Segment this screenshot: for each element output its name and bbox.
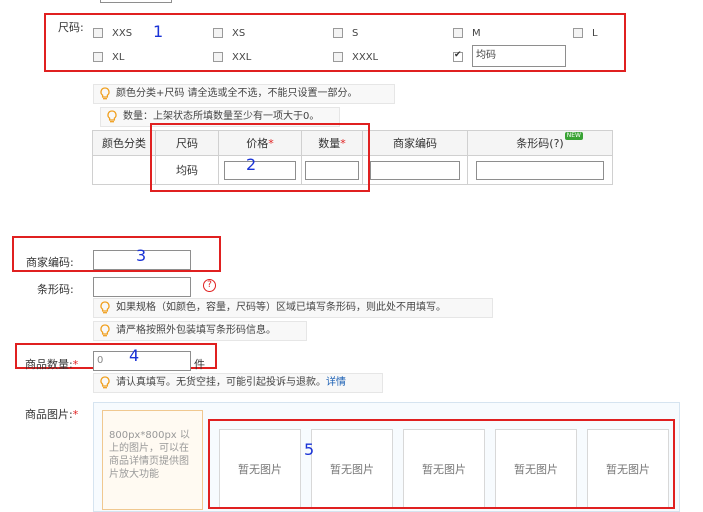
barcode-field[interactable] — [93, 277, 191, 297]
size-option-label: XXS — [112, 27, 133, 39]
hint-stock: 请认真填写。无货空挂，可能引起投诉与退款。详情 — [93, 373, 383, 393]
barcode-input[interactable] — [476, 160, 604, 180]
size-option[interactable]: M — [453, 26, 481, 39]
qty-field[interactable]: 0 — [93, 351, 191, 371]
hint-color-size: 颜色分类+尺码 请全选或全不选，不能只设置一部分。 — [93, 84, 395, 104]
hint-barcode-strict-text: 请严格按照外包装填写条形码信息。 — [116, 325, 276, 336]
main-image-slot[interactable]: 800px*800px 以上的图片，可以在商品详情页提供图片放大功能 — [102, 410, 203, 510]
size-label: 尺码: — [58, 21, 84, 34]
col-merchant-code: 商家编码 — [362, 130, 468, 156]
lightbulb-icon — [107, 110, 117, 123]
annotation-box-2 — [150, 123, 370, 192]
annotation-number-5: 5 — [304, 440, 315, 459]
size-option-label: M — [472, 27, 481, 39]
qty-unit: 件 — [194, 358, 205, 371]
custom-size-input[interactable]: 均码 — [472, 45, 566, 67]
size-custom-checkbox[interactable] — [453, 50, 463, 62]
lightbulb-icon — [100, 376, 110, 389]
annotation-box-5 — [208, 419, 675, 509]
top-partial-input — [100, 0, 172, 3]
size-option[interactable]: XL — [93, 50, 124, 63]
help-glyph: ? — [207, 280, 212, 290]
annotation-number-4: 4 — [129, 346, 140, 365]
size-option-label: XL — [112, 51, 125, 63]
col-barcode: 条形码(?) NEW — [467, 130, 613, 156]
barcode-label: 条形码: — [37, 283, 74, 296]
required-mark: * — [72, 408, 79, 421]
size-checkbox[interactable] — [213, 28, 223, 38]
size-option[interactable]: XS — [213, 26, 245, 39]
size-option-label: L — [592, 27, 598, 39]
details-link[interactable]: 详情 — [326, 377, 346, 388]
size-checkbox[interactable] — [333, 28, 343, 38]
col-barcode-label: 条形码(?) — [516, 137, 564, 150]
size-option-label: S — [352, 27, 359, 39]
hint-quantity-text: 数量：上架状态所填数量至少有一项大于0。 — [123, 111, 320, 122]
cell-barcode — [467, 155, 613, 185]
size-option-label: XXL — [232, 51, 252, 63]
size-checkbox[interactable] — [93, 28, 103, 38]
col-color: 颜色分类 — [92, 130, 156, 156]
size-checkbox[interactable] — [333, 52, 343, 62]
size-option[interactable]: L — [573, 26, 598, 39]
images-label-text: 商品图片: — [25, 408, 73, 421]
required-mark: * — [72, 358, 79, 371]
qty-label: 商品数量:* — [25, 356, 78, 372]
hint-color-size-text: 颜色分类+尺码 请全选或全不选，不能只设置一部分。 — [116, 88, 358, 99]
size-checkbox[interactable] — [213, 52, 223, 62]
annotation-number-1: 1 — [153, 22, 164, 41]
size-option[interactable]: XXXL — [333, 50, 378, 63]
cell-color — [92, 155, 156, 185]
annotation-number-2: 2 — [246, 155, 257, 174]
size-option-label: XXXL — [352, 51, 379, 63]
hint-stock-text: 请认真填写。无货空挂，可能引起投诉与退款。 — [116, 377, 326, 388]
size-option-label: XS — [232, 27, 246, 39]
qty-label-text: 商品数量: — [25, 358, 73, 371]
size-checkbox[interactable] — [453, 28, 463, 38]
hint-barcode-strict: 请严格按照外包装填写条形码信息。 — [93, 321, 307, 341]
size-option[interactable]: XXS — [93, 26, 132, 39]
cell-merchant-code — [362, 155, 468, 185]
size-option[interactable]: S — [333, 26, 358, 39]
annotation-number-3: 3 — [136, 246, 147, 265]
hint-barcode: 如果规格（如颜色，容量，尺码等）区域已填写条形码，则此处不用填写。 — [93, 298, 493, 318]
help-icon[interactable]: ? — [203, 279, 216, 292]
merchant-code-label: 商家编码: — [26, 256, 74, 269]
size-option[interactable]: XXL — [213, 50, 251, 63]
new-badge: NEW — [564, 132, 583, 140]
lightbulb-icon — [100, 301, 110, 314]
size-option-custom[interactable] — [453, 50, 463, 63]
lightbulb-icon — [100, 87, 110, 100]
images-label: 商品图片:* — [25, 406, 78, 422]
size-checkbox[interactable] — [573, 28, 583, 38]
size-checkbox[interactable] — [93, 52, 103, 62]
merchant-code-input[interactable] — [370, 160, 460, 180]
main-image-hint: 800px*800px 以上的图片，可以在商品详情页提供图片放大功能 — [109, 430, 190, 480]
hint-barcode-text: 如果规格（如颜色，容量，尺码等）区域已填写条形码，则此处不用填写。 — [116, 302, 446, 313]
lightbulb-icon — [100, 324, 110, 337]
